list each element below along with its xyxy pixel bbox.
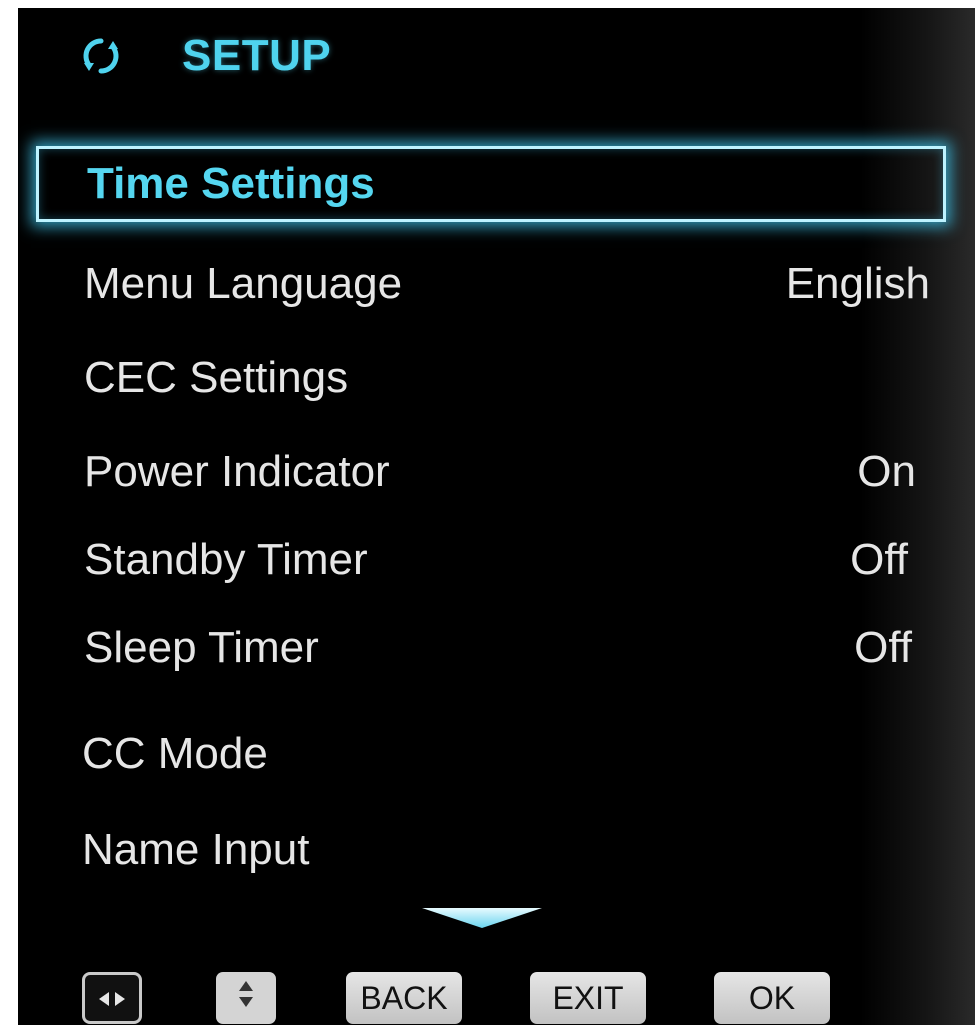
left-right-arrows-icon <box>97 980 127 1017</box>
up-down-arrows-icon <box>237 979 255 1017</box>
menu-item-cec-settings[interactable]: CEC Settings <box>84 346 910 410</box>
menu-item-sleep-timer[interactable]: Sleep Timer Off <box>84 616 912 680</box>
setup-menu-screen: SETUP Time Settings Menu Language Englis… <box>18 8 975 1025</box>
menu-item-value: On <box>857 447 916 496</box>
menu-item-label: Power Indicator <box>84 447 390 496</box>
menu-item-label: Time Settings <box>87 159 375 208</box>
menu-item-value: English <box>785 259 930 308</box>
menu-item-label: Standby Timer <box>84 535 368 584</box>
menu-item-standby-timer[interactable]: Standby Timer Off <box>84 528 910 592</box>
menu-item-name-input[interactable]: Name Input <box>82 818 908 882</box>
back-button[interactable]: BACK <box>346 972 462 1024</box>
menu-item-power-indicator[interactable]: Power Indicator On <box>84 440 916 504</box>
scroll-down-icon[interactable] <box>422 906 542 930</box>
up-down-key <box>216 972 276 1024</box>
menu-header: SETUP <box>78 26 331 86</box>
menu-item-cc-mode[interactable]: CC Mode <box>82 722 908 786</box>
left-right-key <box>82 972 142 1024</box>
exit-button[interactable]: EXIT <box>530 972 646 1024</box>
menu-item-label: CC Mode <box>82 729 268 778</box>
page-title: SETUP <box>182 31 332 80</box>
menu-item-value: Off <box>854 623 912 672</box>
menu-item-label: Sleep Timer <box>84 623 319 672</box>
menu-item-label: Name Input <box>82 825 310 874</box>
menu-item-time-settings[interactable]: Time Settings <box>36 146 946 222</box>
ok-button[interactable]: OK <box>714 972 830 1024</box>
menu-item-value: Off <box>850 535 908 584</box>
menu-item-label: CEC Settings <box>84 353 349 402</box>
refresh-icon <box>78 33 124 79</box>
menu-item-menu-language[interactable]: Menu Language English <box>84 252 930 316</box>
menu-item-label: Menu Language <box>84 259 403 308</box>
